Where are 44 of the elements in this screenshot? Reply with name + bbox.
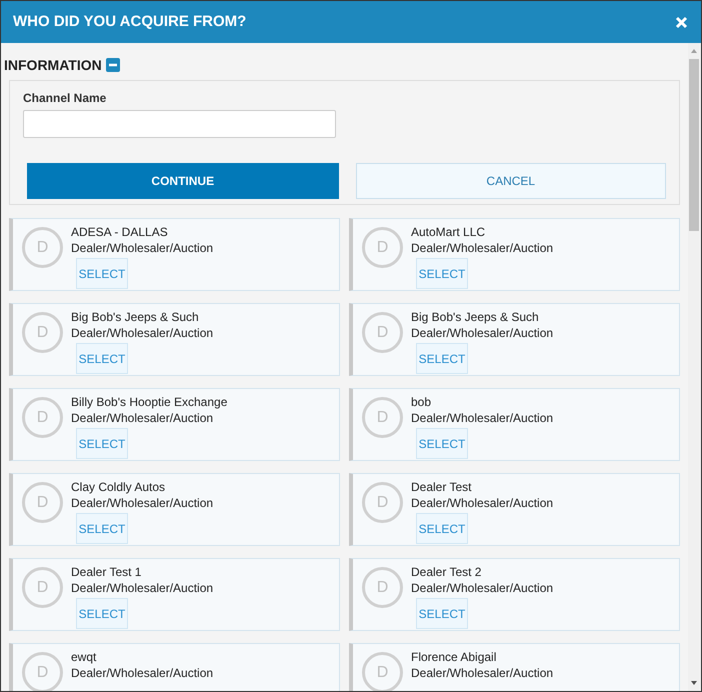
channel-type: Dealer/Wholesaler/Auction [411,240,554,256]
channel-type: Dealer/Wholesaler/Auction [71,580,214,596]
channel-type: Dealer/Wholesaler/Auction [411,325,554,341]
channel-name: Big Bob's Jeeps & Such [71,309,200,325]
channel-name: Dealer Test 1 [71,564,142,580]
channel-type: Dealer/Wholesaler/Auction [71,665,214,681]
section-title: INFORMATION [4,56,102,74]
channel-name: Clay Coldly Autos [71,479,166,495]
channel-name-field[interactable] [23,110,336,138]
channel-name: Florence Abigail [411,649,498,665]
channel-name: Big Bob's Jeeps & Such [411,309,540,325]
select-button[interactable]: SELECT [416,598,468,629]
select-button[interactable]: SELECT [416,513,468,544]
channel-type: Dealer/Wholesaler/Auction [411,580,554,596]
select-button[interactable]: SELECT [416,428,468,459]
channel-type: Dealer/Wholesaler/Auction [71,325,214,341]
channel-name: ewqt [71,649,98,665]
select-button[interactable]: SELECT [76,428,128,459]
select-button[interactable]: SELECT [76,258,128,289]
select-button[interactable]: SELECT [76,513,128,544]
channel-type: Dealer/Wholesaler/Auction [411,410,554,426]
close-button[interactable] [673,14,689,30]
channel-name: Billy Bob's Hooptie Exchange [71,394,228,410]
channel-type: Dealer/Wholesaler/Auction [71,495,214,511]
collapse-button[interactable] [106,58,120,72]
channel-type: Dealer/Wholesaler/Auction [411,495,554,511]
minus-icon [108,61,117,69]
channel-name: bob [411,394,432,410]
dialog-title: WHO DID YOU ACQUIRE FROM? [13,12,246,32]
select-button[interactable]: SELECT [76,598,128,629]
channel-type: Dealer/Wholesaler/Auction [71,410,214,426]
field-label: Channel Name [23,90,108,107]
select-button[interactable]: SELECT [76,343,128,374]
channel-type: Dealer/Wholesaler/Auction [411,665,554,681]
channel-name: Dealer Test 2 [411,564,482,580]
select-button[interactable]: SELECT [416,343,468,374]
channel-name: ADESA - DALLAS [71,224,169,240]
continue-button[interactable]: CONTINUE [27,163,338,199]
close-icon [674,16,688,28]
select-button[interactable]: SELECT [416,258,468,289]
channel-name: Dealer Test [411,479,472,495]
channel-type: Dealer/Wholesaler/Auction [71,240,214,256]
cancel-button[interactable]: CANCEL [356,163,666,199]
channel-name: AutoMart LLC [411,224,486,240]
